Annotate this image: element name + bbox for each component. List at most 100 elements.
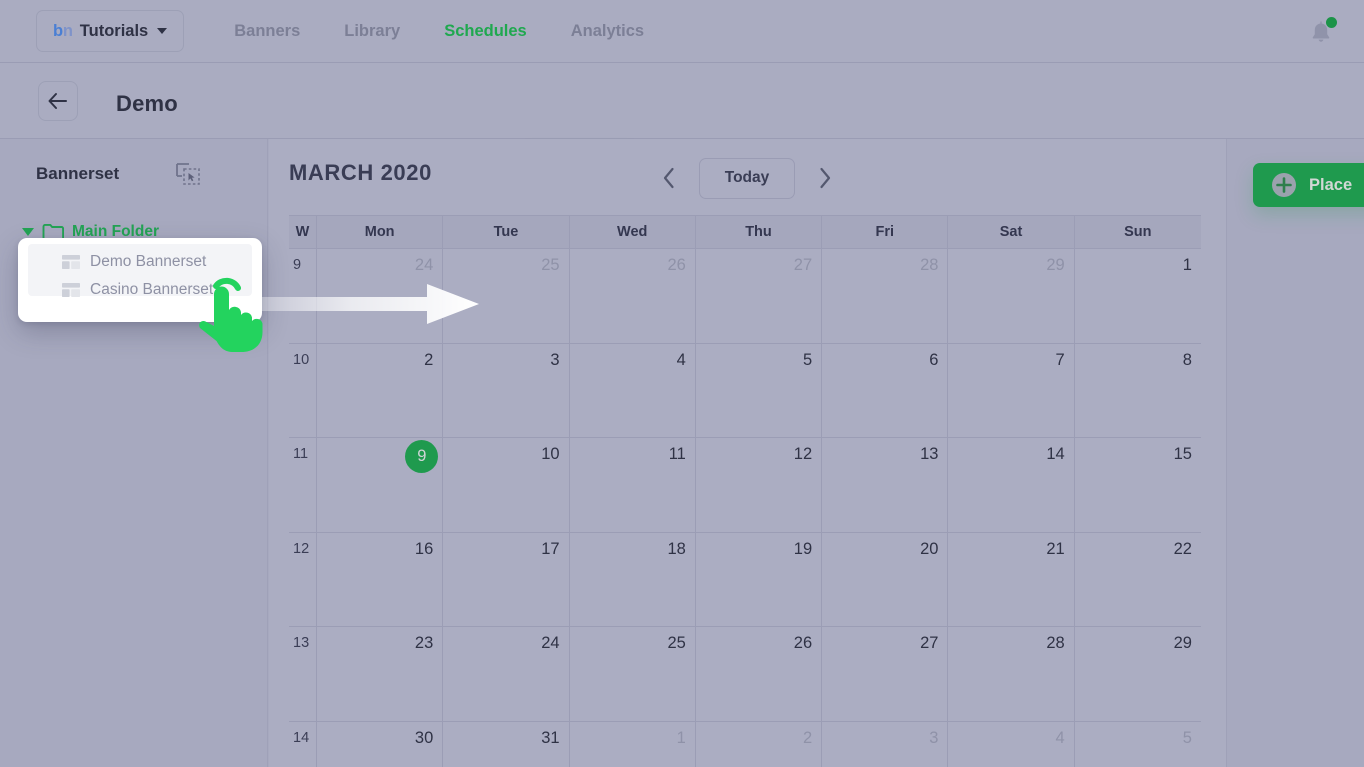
calendar-day-cell[interactable]: 19 <box>696 532 823 626</box>
calendar-day-cell[interactable]: 3 <box>822 721 949 767</box>
sidebar-title: Bannerset <box>36 164 120 183</box>
day-number: 17 <box>541 539 560 558</box>
day-number: 1 <box>1182 256 1192 274</box>
day-number: 8 <box>1182 350 1192 369</box>
notifications-button[interactable] <box>1304 16 1338 50</box>
calendar-day-cell[interactable]: 12 <box>696 438 823 532</box>
column-header-sun: Sun <box>1124 224 1152 240</box>
calendar-week-row: 12 16 17 18 19 20 21 22 <box>289 532 1201 627</box>
calendar-day-cell[interactable]: 27 <box>696 249 823 343</box>
calendar-day-cell[interactable]: 29 <box>1075 627 1201 721</box>
back-button[interactable] <box>38 81 78 121</box>
column-header-wed: Wed <box>570 216 696 248</box>
triangle-down-icon[interactable] <box>22 228 34 236</box>
calendar-day-cell[interactable]: 2 <box>696 721 823 767</box>
calendar-day-cell[interactable]: 15 <box>1075 438 1201 532</box>
calendar-day-cell[interactable]: 20 <box>822 532 949 626</box>
calendar-day-cell[interactable]: 21 <box>948 532 1075 626</box>
calendar-day-cell[interactable]: 25 <box>570 627 696 721</box>
calendar-day-cell[interactable]: 26 <box>696 627 823 721</box>
day-number: 5 <box>1182 728 1192 747</box>
column-header-week: W <box>289 216 317 248</box>
calendar-day-cell[interactable]: 8 <box>1075 344 1201 438</box>
nav-item-banners[interactable]: Banners <box>212 22 322 41</box>
calendar-day-cell[interactable]: 2 <box>317 343 444 437</box>
calendar-day-cell[interactable]: 6 <box>822 343 949 437</box>
day-number: 3 <box>550 350 560 369</box>
calendar-week-row: 9 24 25 26 27 28 29 1 <box>289 249 1201 344</box>
today-button[interactable]: Today <box>699 157 795 199</box>
list-item-demo-bannerset[interactable]: Demo Bannerset <box>62 249 206 275</box>
chevron-left-icon <box>663 167 674 189</box>
calendar-day-cell[interactable]: 25 <box>443 249 570 343</box>
day-number: 29 <box>1046 256 1065 274</box>
calendar-day-cell[interactable]: 18 <box>570 532 696 626</box>
calendar-day-cell[interactable]: 26 <box>570 249 696 343</box>
week-number: 9 <box>289 249 317 343</box>
day-number: 3 <box>929 728 939 747</box>
calendar-day-cell[interactable]: 22 <box>1075 533 1201 627</box>
day-number: 1 <box>676 728 686 747</box>
calendar-day-cell[interactable]: 9 <box>317 438 444 532</box>
bannerset-icon <box>62 255 80 269</box>
day-number: 22 <box>1173 539 1192 558</box>
calendar-day-cell[interactable]: 10 <box>443 438 570 532</box>
next-month-button[interactable] <box>805 157 845 199</box>
calendar-day-cell[interactable]: 1 <box>1075 249 1201 343</box>
calendar-day-cell[interactable]: 7 <box>948 343 1075 437</box>
column-header-sat: Sat <box>948 216 1075 248</box>
calendar-day-cell[interactable]: 4 <box>570 343 696 437</box>
day-number: 5 <box>802 350 813 369</box>
week-number: 14 <box>289 721 317 767</box>
calendar-day-cell[interactable]: 5 <box>696 343 823 437</box>
nav-item-schedules[interactable]: Schedules <box>422 22 549 41</box>
app-root: bn Tutorials Banners Library Schedules A… <box>0 0 1364 767</box>
place-button-label: Place <box>1309 175 1353 194</box>
calendar-day-cell[interactable]: 16 <box>317 532 444 626</box>
day-number: 24 <box>541 634 560 652</box>
calendar-day-cell[interactable]: 23 <box>317 627 444 721</box>
calendar-day-cell[interactable]: 1 <box>570 721 696 767</box>
list-item-casino-bannerset[interactable]: Casino Bannerset <box>62 277 213 303</box>
day-number: 31 <box>541 728 560 747</box>
day-number: 30 <box>414 728 434 747</box>
day-number: 6 <box>929 350 939 369</box>
list-item-label: Casino Bannerset <box>90 281 214 298</box>
calendar-day-cell[interactable]: 28 <box>822 249 949 343</box>
previous-month-button[interactable] <box>649 157 689 199</box>
day-number: 12 <box>793 445 813 463</box>
calendar-weeks: 9 24 25 26 27 28 29 1 10 2 3 4 5 6 7 8 11 9 10 11 12 13 14 15 12… <box>289 249 1201 767</box>
calendar-day-cell[interactable]: 28 <box>948 627 1075 721</box>
day-number: 28 <box>920 256 939 274</box>
nav-item-analytics[interactable]: Analytics <box>549 22 666 41</box>
calendar-day-cell[interactable]: 4 <box>948 721 1075 767</box>
calendar-day-cell[interactable]: 30 <box>317 721 444 767</box>
day-number: 18 <box>667 539 686 558</box>
page-title: Demo <box>116 91 178 116</box>
calendar-day-cell[interactable]: 13 <box>822 438 949 532</box>
top-navigation-bar: bn Tutorials Banners Library Schedules A… <box>0 0 1364 63</box>
calendar-day-cell[interactable]: 31 <box>443 721 570 767</box>
plus-circle-icon <box>1272 173 1296 197</box>
day-number: 10 <box>541 445 560 463</box>
place-button[interactable]: Place <box>1253 163 1364 207</box>
placement-panel: Place <box>1226 139 1364 767</box>
marquee-select-icon[interactable] <box>175 161 201 187</box>
calendar-day-cell[interactable]: 14 <box>948 438 1075 532</box>
calendar-day-cell[interactable]: 3 <box>443 343 570 437</box>
day-number: 14 <box>1046 445 1065 463</box>
calendar-day-cell[interactable]: 11 <box>570 438 696 532</box>
nav-item-library[interactable]: Library <box>322 22 422 41</box>
schedule-calendar: MARCH 2020 Today W Mon Tue Wed Thu Fri S… <box>269 139 1226 767</box>
calendar-day-cell[interactable]: 29 <box>948 249 1075 343</box>
calendar-day-cell[interactable]: 5 <box>1075 722 1201 767</box>
day-number: 7 <box>1055 350 1065 369</box>
week-number: 10 <box>289 343 317 437</box>
calendar-day-cell[interactable]: 17 <box>443 532 570 626</box>
workspace-selector-button[interactable]: bn Tutorials <box>36 10 185 52</box>
week-number: 12 <box>289 532 317 626</box>
calendar-day-of-week-header: W Mon Tue Wed Thu Fri Sat Sun <box>289 215 1201 249</box>
calendar-day-cell[interactable]: 24 <box>443 627 570 721</box>
calendar-day-cell[interactable]: 27 <box>822 627 949 721</box>
calendar-day-cell[interactable]: 24 <box>317 249 444 343</box>
